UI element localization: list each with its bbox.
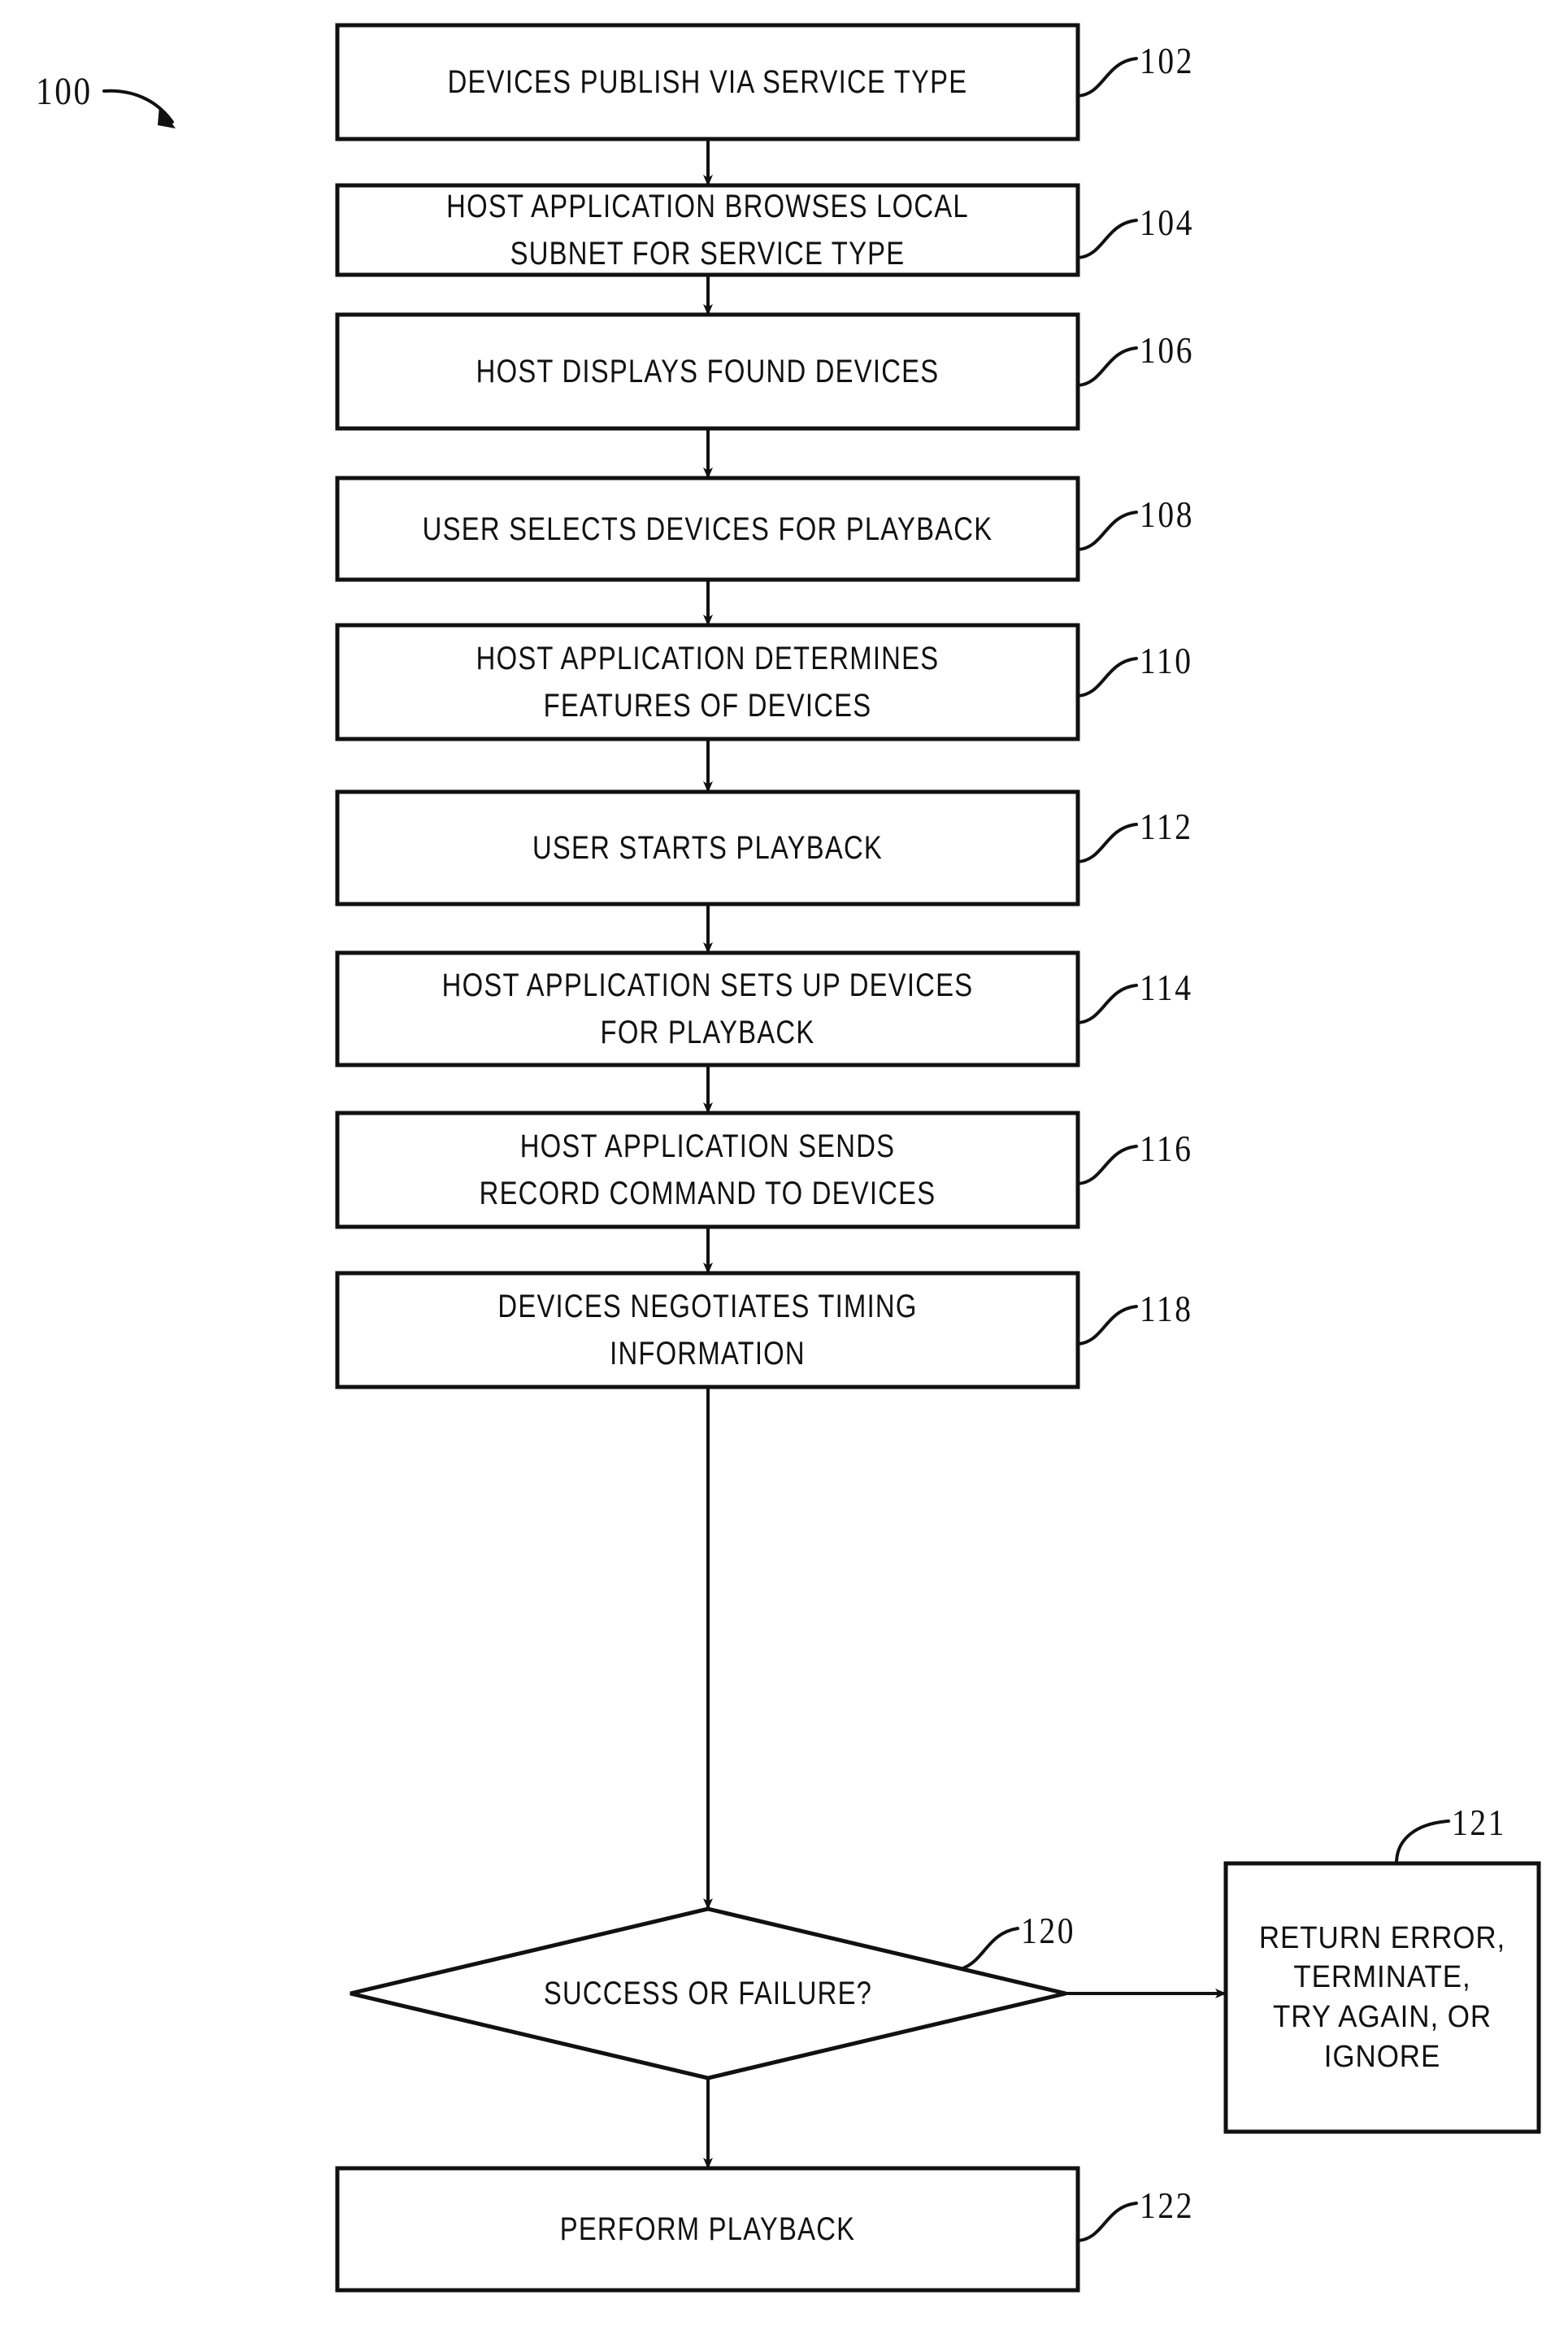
node-box-102 [335, 23, 1080, 141]
ref-numeral-104: 104 [1140, 202, 1195, 243]
leader-line-118 [1076, 1305, 1138, 1346]
ref-numeral-114: 114 [1140, 967, 1193, 1008]
ref-numeral-118: 118 [1140, 1288, 1193, 1329]
leader-line-121 [1395, 1819, 1450, 1865]
node-diamond-120 [350, 1906, 1066, 2080]
leader-line-120 [959, 1927, 1019, 1971]
ref-numeral-106: 106 [1140, 329, 1195, 371]
ref-numeral-121: 121 [1452, 1802, 1507, 1843]
leader-line-110 [1076, 657, 1138, 698]
leader-line-106 [1076, 346, 1138, 387]
ref-numeral-108: 108 [1140, 493, 1195, 535]
node-box-108 [335, 476, 1080, 582]
ref-numeral-112: 112 [1140, 806, 1193, 847]
node-box-106 [335, 312, 1080, 431]
ref-numeral-102: 102 [1140, 40, 1195, 81]
node-box-114 [335, 950, 1080, 1067]
node-box-122 [335, 2166, 1080, 2293]
leader-line-108 [1076, 511, 1138, 551]
ref-numeral-120: 120 [1021, 1910, 1076, 1951]
node-box-116 [335, 1111, 1080, 1229]
node-box-112 [335, 789, 1080, 906]
leader-line-102 [1076, 57, 1138, 98]
flowchart-shapes-layer [102, 23, 1541, 2293]
figure-number-100: 100 [36, 70, 93, 113]
leader-line-114 [1076, 984, 1138, 1024]
leader-line-122 [1076, 2202, 1138, 2242]
ref-numeral-116: 116 [1140, 1128, 1193, 1169]
node-box-121 [1223, 1861, 1541, 2134]
leader-line-112 [1076, 823, 1138, 863]
ref-numeral-110: 110 [1140, 640, 1193, 681]
node-box-110 [335, 623, 1080, 741]
flowchart-diagram: DEVICES PUBLISH VIA SERVICE TYPE HOST AP… [0, 0, 1568, 2352]
leader-line-104 [1076, 219, 1138, 259]
figure-pointer-arrowhead [158, 106, 176, 128]
leader-line-116 [1076, 1145, 1138, 1185]
ref-numeral-122: 122 [1140, 2185, 1195, 2226]
node-box-118 [335, 1271, 1080, 1389]
node-box-104 [335, 183, 1080, 277]
